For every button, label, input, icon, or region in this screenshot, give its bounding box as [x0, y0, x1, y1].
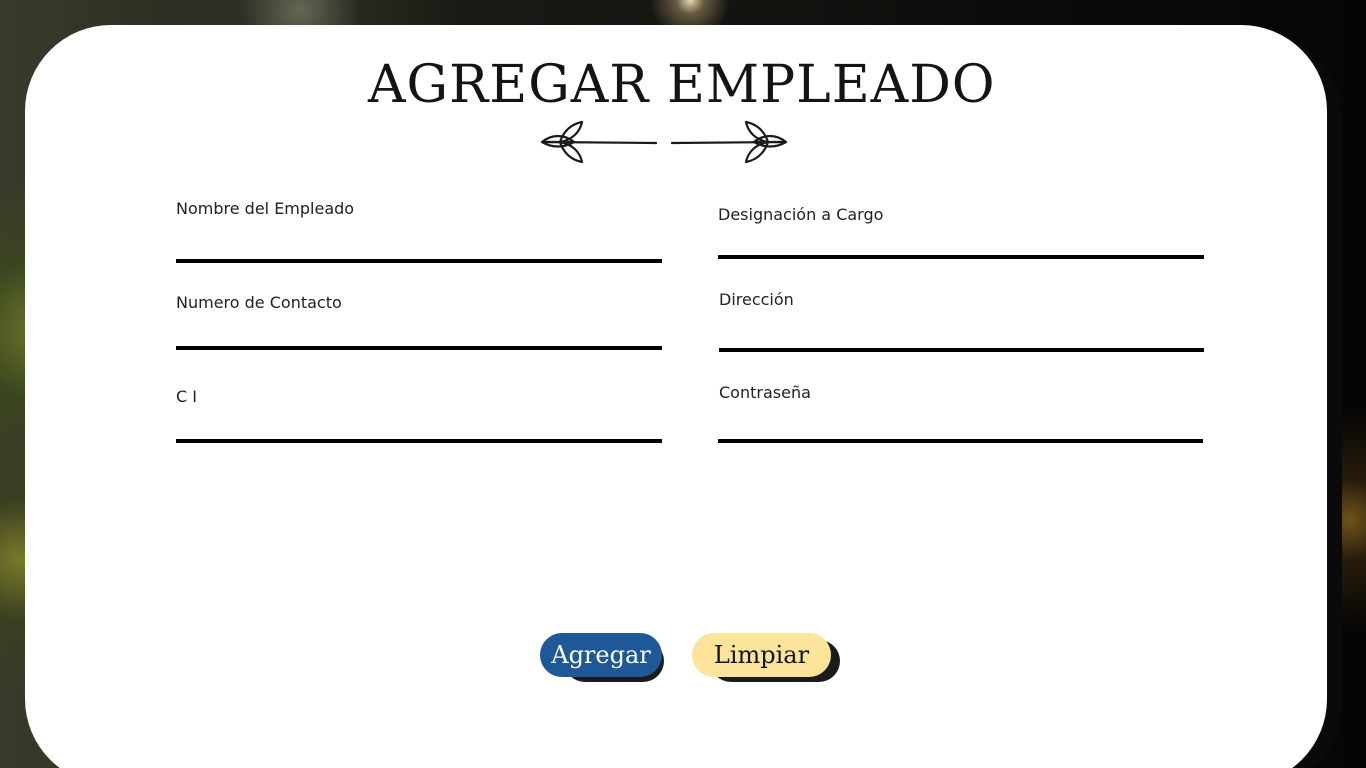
address-input[interactable]: [719, 324, 1204, 352]
employee-name-label: Nombre del Empleado: [176, 199, 355, 218]
contact-number-label: Numero de Contacto: [176, 293, 342, 312]
position-label: Designación a Cargo: [718, 205, 884, 224]
contact-number-input[interactable]: [176, 322, 662, 350]
password-label: Contraseña: [719, 383, 811, 402]
clear-button[interactable]: Limpiar: [692, 633, 831, 677]
ci-label: C I: [176, 387, 197, 406]
employee-name-input[interactable]: [176, 235, 662, 263]
password-input[interactable]: [718, 415, 1203, 443]
add-button[interactable]: Agregar: [540, 633, 662, 677]
address-label: Dirección: [719, 290, 794, 309]
ci-input[interactable]: [176, 415, 662, 443]
leaf-divider-icon: [540, 120, 788, 164]
page-title: AGREGAR EMPLEADO: [368, 55, 996, 115]
position-input[interactable]: [718, 231, 1204, 259]
